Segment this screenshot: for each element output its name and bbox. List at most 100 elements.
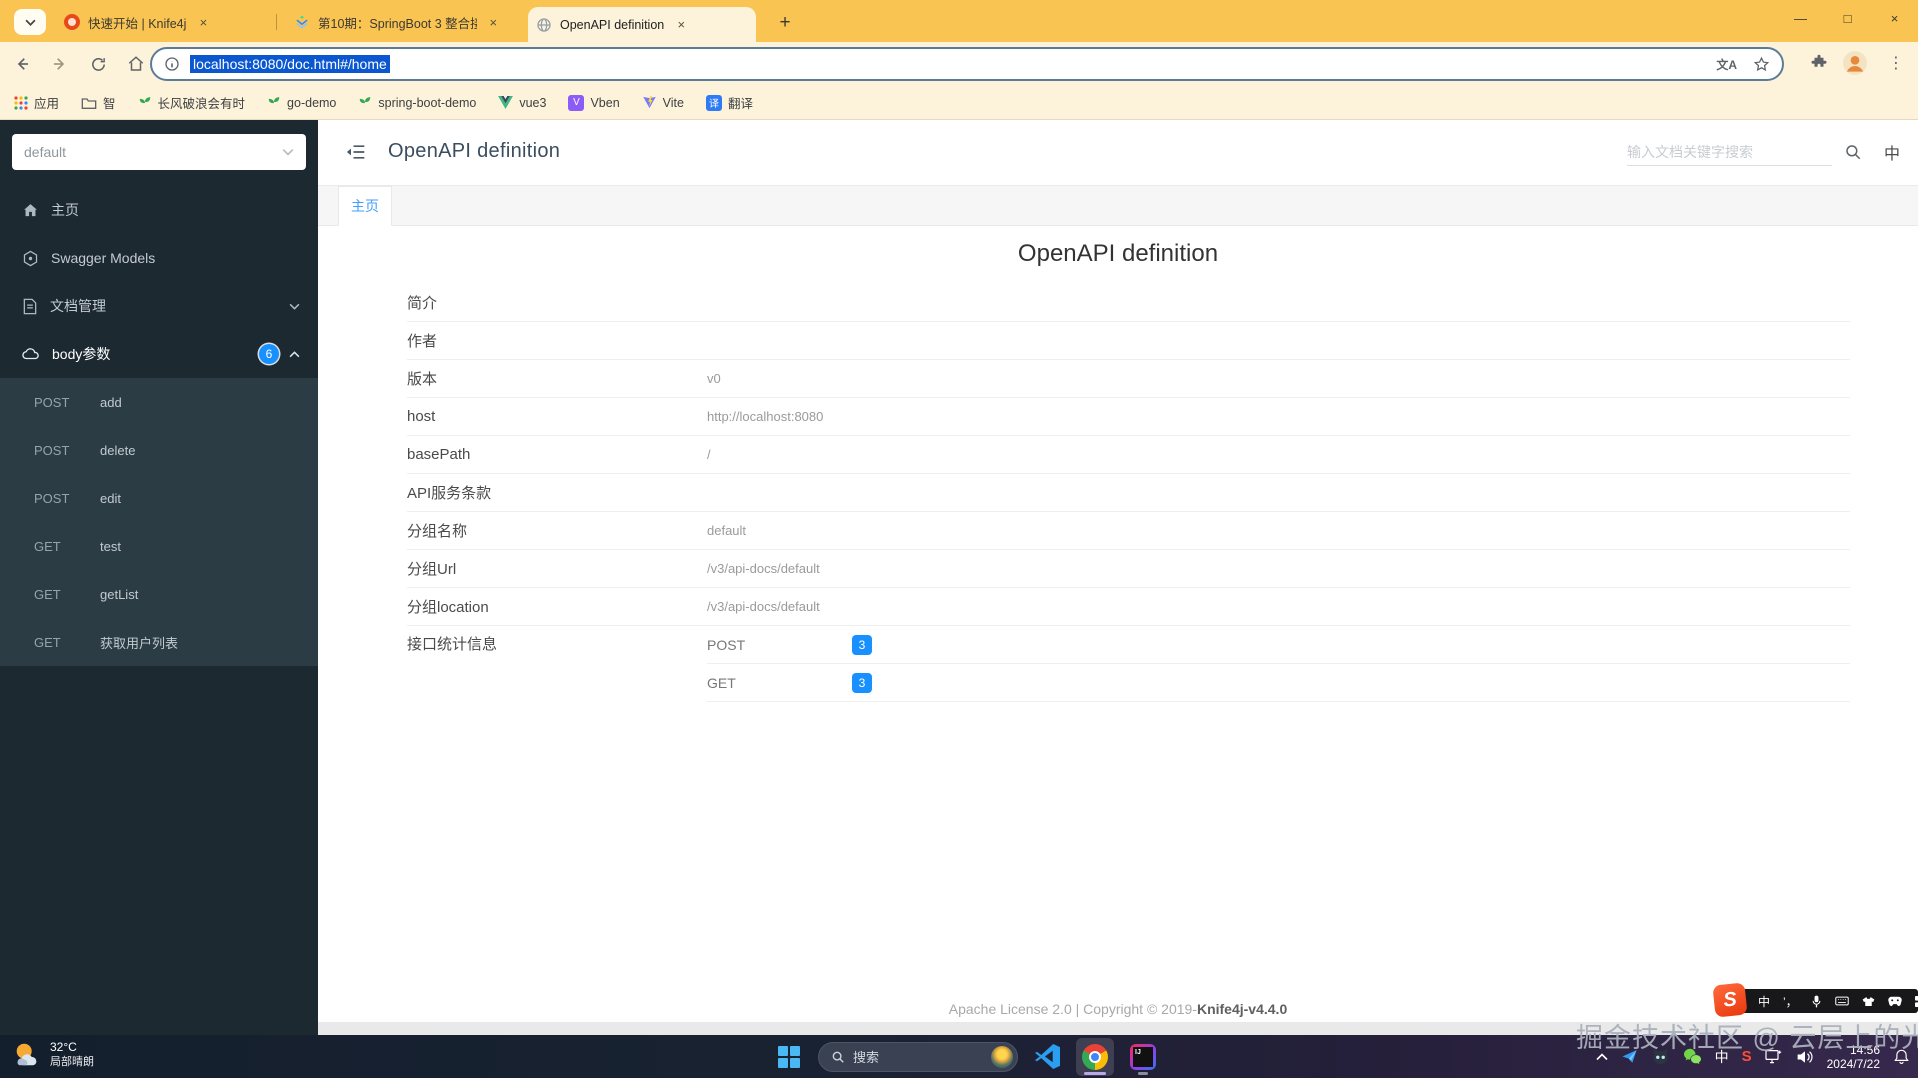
search-icon[interactable] [1844,143,1862,161]
translate-icon[interactable]: 文A [1716,56,1737,73]
browser-tab-knife4j[interactable]: 快速开始 | Knife4j × [56,8,272,36]
sidebar-item-home[interactable]: 主页 [0,186,318,234]
bookmark-vue3[interactable]: vue3 [498,96,546,110]
window-minimize-button[interactable]: — [1777,0,1824,36]
back-icon[interactable] [8,50,36,78]
chrome-taskbar-icon[interactable] [1076,1037,1114,1076]
language-switch-icon[interactable]: 中 [1884,140,1900,164]
bookmark-star-icon[interactable] [1753,56,1770,73]
tray-chevron-up-icon[interactable] [1596,1052,1608,1061]
row-value: v0 [707,371,721,386]
tab-close-button[interactable]: × [194,13,212,31]
window-controls: — □ × [1777,0,1918,36]
site-info-icon[interactable] [164,56,180,72]
api-item-add[interactable]: POST add [0,378,318,426]
table-row: 分组Url/v3/api-docs/default [407,550,1850,588]
network-monitor-icon[interactable] [1765,1049,1783,1065]
taskbar-search-box[interactable]: 搜索 [818,1041,1018,1072]
chrome-logo [1082,1043,1108,1070]
tray-app-cat-icon[interactable] [1651,1048,1670,1065]
sogou-punct-icon[interactable]: ’， [1783,993,1798,1010]
address-bar[interactable]: localhost:8080/doc.html#/home 文A [150,47,1784,81]
sogou-input-toolbar[interactable]: S 中 ’， [1712,982,1918,1018]
keyboard-icon[interactable] [1834,996,1849,1006]
bookmark-folder-zhi[interactable]: 智 [81,93,116,112]
extensions-puzzle-icon[interactable] [1810,54,1828,72]
new-tab-button[interactable]: + [772,10,798,36]
vite-logo-icon [642,95,657,110]
profile-avatar[interactable] [1842,50,1868,76]
bookmark-vben[interactable]: V Vben [568,94,620,111]
url-text-selected[interactable]: localhost:8080/doc.html#/home [190,55,390,73]
vscode-taskbar-icon[interactable] [1028,1038,1066,1076]
input-method-lang-indicator[interactable]: 中 [1715,1047,1729,1067]
taskbar-weather-widget[interactable]: 32°C 局部晴朗 [12,1039,94,1069]
get-count-badge: 3 [852,672,872,693]
doc-search-input[interactable] [1626,138,1832,166]
home-icon[interactable] [122,50,150,78]
page-title: OpenAPI definition [388,140,561,162]
sidebar-collapse-icon[interactable] [346,143,366,161]
taskbar-clock[interactable]: 14:56 2024/7/22 [1827,1043,1880,1071]
group-select[interactable]: default [12,134,306,170]
table-row: basePath / [407,436,1850,474]
reload-icon[interactable] [84,50,112,78]
api-count-badge: 6 [259,344,279,364]
tab-title: 第10期：SpringBoot 3 整合接 [318,16,477,31]
tab-home-active[interactable]: 主页 [338,186,392,226]
chrome-menu-kebab-icon[interactable]: ⋮ [1882,53,1910,73]
api-item-get-user-list[interactable]: GET 获取用户列表 [0,618,318,666]
bookmark-translate[interactable]: 译 翻译 [706,93,753,112]
api-item-edit[interactable]: POST edit [0,474,318,522]
bookmark-vite[interactable]: Vite [642,95,684,110]
tab-search-button[interactable] [14,9,46,35]
api-name-label: edit [100,490,121,506]
bookmark-spring-boot-demo[interactable]: spring-boot-demo [358,96,476,110]
browser-tab-openapi-active[interactable]: OpenAPI definition × [528,7,756,42]
tray-app-blue-icon[interactable] [1621,1048,1638,1065]
sogou-lang-icon[interactable]: 中 [1758,993,1770,1010]
window-close-button[interactable]: × [1871,0,1918,36]
notification-bell-icon[interactable] [1893,1048,1910,1065]
bookmark-apps[interactable]: 应用 [14,93,59,112]
api-item-getlist[interactable]: GET getList [0,570,318,618]
intellij-taskbar-icon[interactable]: IJ [1124,1038,1162,1076]
bookmark-label: Vite [662,95,684,110]
api-method-label: GET [34,634,61,650]
chevron-down-icon [282,148,294,156]
bookmark-changfeng[interactable]: 长风破浪会有时 [138,93,245,112]
stat-get-row: GET 3 [707,664,1850,702]
wechat-tray-icon[interactable] [1683,1048,1702,1065]
browser-tab-juejin[interactable]: 第10期：SpringBoot 3 整合接 × [286,8,510,36]
bookmark-label: 智 [103,97,116,111]
knife4j-sidebar: default 主页 Swagger Models 文档管理 body参数 6 [0,120,318,1035]
sogou-logo-icon[interactable]: S [1712,982,1748,1018]
tab-close-button[interactable]: × [485,13,502,31]
document-tab-strip: 主页 [318,186,1918,226]
sidebar-item-doc-manage[interactable]: 文档管理 [0,282,318,330]
sogou-tray-icon[interactable]: S [1742,1048,1752,1065]
juejin-favicon [294,14,310,30]
skin-shirt-icon[interactable] [1862,996,1875,1007]
sidebar-item-body-params[interactable]: body参数 6 [0,330,318,378]
sidebar-item-swagger-models[interactable]: Swagger Models [0,234,318,282]
api-method-label: POST [34,394,70,410]
tab-close-button[interactable]: × [672,16,690,34]
row-label: 作者 [407,333,438,350]
mic-icon[interactable] [1811,995,1822,1008]
window-maximize-button[interactable]: □ [1824,0,1871,36]
volume-icon[interactable] [1796,1049,1814,1065]
api-name-label: getList [100,586,139,602]
bookmark-go-demo[interactable]: go-demo [267,96,336,110]
bookmark-label: vue3 [519,95,547,110]
start-button[interactable] [770,1038,808,1076]
forward-icon[interactable] [46,50,74,78]
toolbox-gamepad-icon[interactable] [1887,996,1902,1006]
main-area: OpenAPI definition 中 主页 OpenAPI definiti… [318,120,1918,1035]
intellij-logo: IJ [1130,1043,1156,1070]
row-label: basePath [407,446,471,463]
api-item-delete[interactable]: POST delete [0,426,318,474]
table-row: 分组location/v3/api-docs/default [407,588,1850,626]
search-highlight-orb[interactable] [991,1045,1013,1068]
api-item-test[interactable]: GET test [0,522,318,570]
